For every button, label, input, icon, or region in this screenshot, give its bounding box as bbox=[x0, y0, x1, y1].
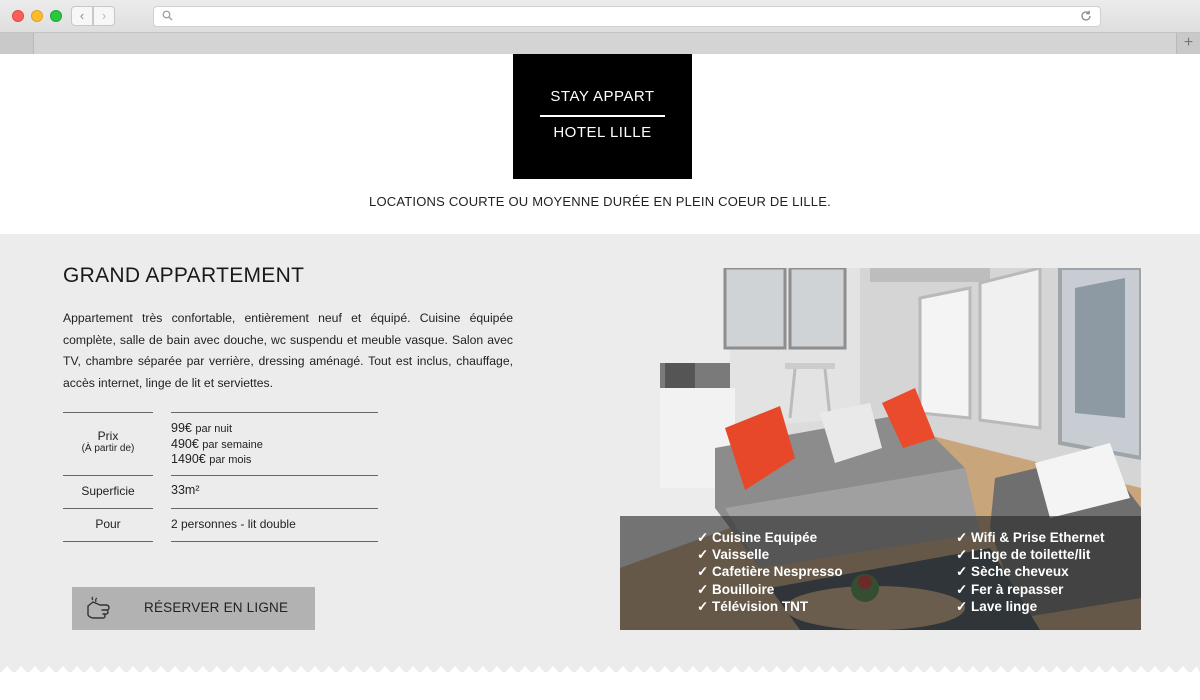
address-bar[interactable] bbox=[153, 6, 1101, 27]
divider bbox=[171, 541, 378, 542]
page-footer-area bbox=[0, 672, 1200, 700]
forward-button[interactable]: › bbox=[93, 6, 115, 26]
price-night: 99€ bbox=[171, 421, 192, 435]
feature-item: ✓ Bouilloire bbox=[697, 581, 775, 597]
feature-item: ✓ Cuisine Equipée bbox=[697, 530, 818, 545]
spec-row-surface: Superficie 33m² bbox=[63, 475, 378, 508]
listing-section: GRAND APPARTEMENT Appartement très confo… bbox=[0, 234, 1200, 670]
feature-item: ✓ Télévision TNT bbox=[697, 598, 809, 614]
price-values: 99€ par nuit 490€ par semaine 1490€ par … bbox=[171, 421, 378, 468]
feature-item: ✓ Wifi & Prise Ethernet bbox=[956, 530, 1105, 545]
book-online-label: RÉSERVER EN LIGNE bbox=[144, 600, 289, 615]
divider bbox=[63, 475, 153, 476]
logo-line-2: HOTEL LILLE bbox=[553, 124, 652, 141]
features-overlay: ✓ Cuisine Equipée ✓ Vaisselle ✓ Cafetièr… bbox=[620, 516, 1141, 630]
tab-strip: + bbox=[0, 32, 1200, 54]
logo-line-1: STAY APPART bbox=[550, 88, 655, 105]
listing-description: Appartement très confortable, entièremen… bbox=[63, 311, 513, 390]
price-month: 1490€ bbox=[171, 452, 206, 466]
price-night-unit: par nuit bbox=[195, 423, 233, 435]
feature-item: ✓ Lave linge bbox=[956, 598, 1038, 614]
surface-label: Superficie bbox=[81, 484, 135, 498]
divider bbox=[171, 508, 378, 509]
spec-row-price: Prix (À partir de) 99€ par nuit 490€ par… bbox=[63, 412, 378, 475]
book-online-button[interactable]: RÉSERVER EN LIGNE bbox=[72, 587, 315, 630]
price-label: Prix bbox=[97, 429, 119, 443]
price-week-unit: par semaine bbox=[202, 438, 263, 451]
browser-chrome: ‹ › + bbox=[0, 0, 1200, 54]
price-month-unit: par mois bbox=[209, 454, 252, 466]
reload-icon[interactable] bbox=[1079, 9, 1093, 23]
divider bbox=[63, 412, 153, 413]
divider bbox=[171, 475, 378, 476]
capacity-label: Pour bbox=[95, 517, 121, 531]
divider bbox=[63, 541, 153, 542]
feature-item: ✓ Fer à repasser bbox=[956, 581, 1064, 597]
new-tab-button[interactable]: + bbox=[1176, 33, 1200, 54]
maximize-window-button[interactable] bbox=[50, 10, 62, 22]
site-header: STAY APPART HOTEL LILLE LOCATIONS COURTE… bbox=[0, 54, 1200, 234]
surface-value: 33m² bbox=[171, 483, 200, 497]
close-window-button[interactable] bbox=[12, 10, 24, 22]
feature-item: ✓ Sèche cheveux bbox=[956, 564, 1069, 580]
search-icon bbox=[162, 10, 173, 21]
features-list-left: ✓ Cuisine Equipée ✓ Vaisselle ✓ Cafetièr… bbox=[697, 529, 843, 615]
feature-item: ✓ Vaisselle bbox=[697, 547, 770, 563]
capacity-value: 2 personnes - lit double bbox=[171, 517, 296, 531]
feature-item: ✓ Linge de toilette/lit bbox=[956, 547, 1091, 563]
specs-table: Prix (À partir de) 99€ par nuit 490€ par… bbox=[63, 412, 378, 542]
divider bbox=[171, 412, 378, 413]
site-logo[interactable]: STAY APPART HOTEL LILLE bbox=[513, 54, 692, 179]
divider bbox=[63, 508, 153, 509]
listing-title: GRAND APPARTEMENT bbox=[63, 264, 305, 287]
site-tagline: LOCATIONS COURTE OU MOYENNE DURÉE EN PLE… bbox=[369, 194, 831, 209]
spec-row-capacity: Pour 2 personnes - lit double bbox=[63, 508, 378, 542]
features-list-right: ✓ Wifi & Prise Ethernet ✓ Linge de toile… bbox=[956, 529, 1104, 615]
feature-item: ✓ Cafetière Nespresso bbox=[697, 564, 843, 580]
apartment-photo: ✓ Cuisine Equipée ✓ Vaisselle ✓ Cafetièr… bbox=[620, 268, 1141, 630]
logo-divider bbox=[540, 115, 665, 117]
price-sublabel: (À partir de) bbox=[81, 443, 135, 454]
minimize-window-button[interactable] bbox=[31, 10, 43, 22]
price-label-group: Prix (À partir de) bbox=[63, 429, 153, 454]
back-button[interactable]: ‹ bbox=[71, 6, 93, 26]
hand-pointer-icon bbox=[87, 596, 110, 619]
tab-overview-button[interactable] bbox=[0, 33, 34, 54]
price-week: 490€ bbox=[171, 436, 199, 451]
